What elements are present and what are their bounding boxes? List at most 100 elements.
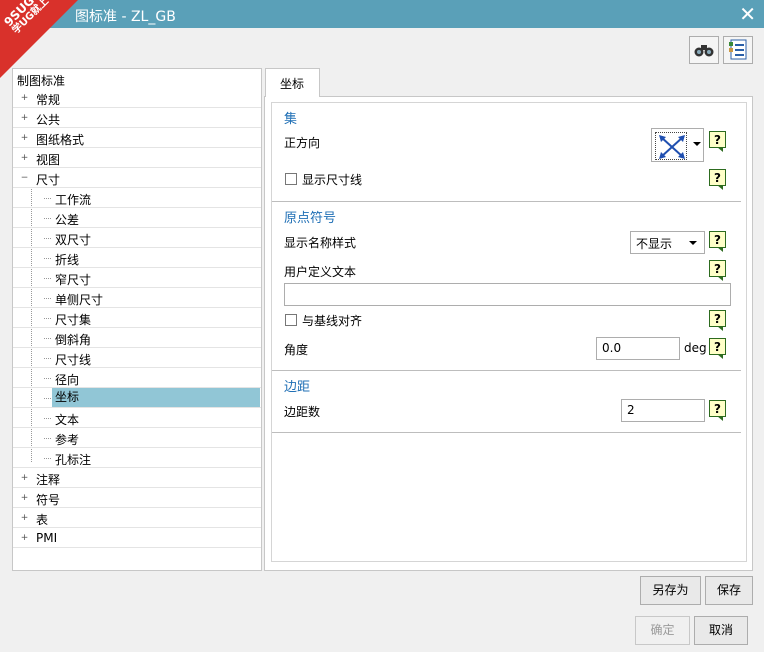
tree-item[interactable]: 文本 <box>13 408 261 428</box>
tree-connector <box>44 198 51 199</box>
tree-connector <box>44 338 51 339</box>
tree-item[interactable]: 工作流 <box>13 188 261 208</box>
display-name-style-value: 不显示 <box>636 237 673 251</box>
tree-item-label: 倒斜角 <box>55 333 92 347</box>
tab-coordinate[interactable]: 坐标 <box>265 68 320 97</box>
tree-item-label: 表 <box>36 513 49 527</box>
margin-count-label: 边距数 <box>284 405 321 419</box>
tree-item[interactable]: 双尺寸 <box>13 228 261 248</box>
save-as-button[interactable]: 另存为 <box>640 576 701 605</box>
tree-item-label: 常规 <box>36 93 61 107</box>
help-positive-direction[interactable]: ? <box>709 131 728 153</box>
tree-item-label: 注释 <box>36 473 61 487</box>
tree-connector <box>44 218 51 219</box>
margin-count-input[interactable]: 2 <box>621 399 705 422</box>
tree-connector <box>44 378 51 379</box>
tree-item[interactable]: 孔标注 <box>13 448 261 468</box>
tree-item[interactable]: 公差 <box>13 208 261 228</box>
tree-item[interactable]: 单侧尺寸 <box>13 288 261 308</box>
section-divider <box>272 201 741 202</box>
ok-button[interactable]: 确定 <box>635 616 690 645</box>
tree-item-label: 图纸格式 <box>36 133 85 147</box>
tree-item[interactable]: + 视图 <box>13 148 261 168</box>
tree-connector <box>44 298 51 299</box>
collapse-icon[interactable]: − <box>20 174 29 183</box>
close-icon[interactable]: ✕ <box>739 2 756 26</box>
expand-icon[interactable]: + <box>20 134 29 143</box>
tree-item-label: 折线 <box>55 253 80 267</box>
tree-connector <box>44 238 51 239</box>
tree-item[interactable]: 尺寸集 <box>13 308 261 328</box>
tree-root[interactable]: 制图标准 <box>17 72 65 89</box>
tree-item[interactable]: + 常规 <box>13 88 261 108</box>
show-dim-line-checkbox[interactable] <box>285 173 297 185</box>
tree-item-label: 符号 <box>36 493 61 507</box>
tree-connector <box>44 318 51 319</box>
angle-unit: deg <box>684 341 707 355</box>
title-bar: 图标准 - ZL_GB ✕ <box>0 0 764 28</box>
tree-item[interactable]: + 图纸格式 <box>13 128 261 148</box>
find-button[interactable] <box>689 36 719 64</box>
tree-item[interactable]: 径向 <box>13 368 261 388</box>
chevron-down-icon <box>689 241 697 245</box>
help-display-name-style[interactable]: ? <box>709 231 728 253</box>
tree-item[interactable]: + 表 <box>13 508 261 528</box>
section-title-origin: 原点符号 <box>284 211 337 226</box>
help-align-baseline[interactable]: ? <box>709 310 728 332</box>
expand-icon[interactable]: + <box>20 514 29 523</box>
align-baseline-label: 与基线对齐 <box>302 314 363 328</box>
direction-arrows-icon <box>655 132 687 160</box>
settings-list-button[interactable] <box>723 36 753 64</box>
tree-item[interactable]: 折线 <box>13 248 261 268</box>
tree-item-label: 双尺寸 <box>55 233 92 247</box>
tree-item[interactable]: − 尺寸 <box>13 168 261 188</box>
tree-item-label: 坐标 <box>52 388 260 407</box>
tree-item-label: 尺寸集 <box>55 313 92 327</box>
expand-icon[interactable]: + <box>20 154 29 163</box>
tree-item[interactable]: + PMI <box>13 528 261 548</box>
angle-input[interactable]: 0.0 <box>596 337 680 360</box>
tree-connector <box>44 418 51 419</box>
angle-label: 角度 <box>284 343 309 357</box>
tree-connector <box>44 258 51 259</box>
tree-connector <box>44 438 51 439</box>
section-title-margin: 边距 <box>284 380 311 395</box>
expand-icon[interactable]: + <box>20 494 29 503</box>
expand-icon[interactable]: + <box>20 94 29 103</box>
tree-item[interactable]: + 注释 <box>13 468 261 488</box>
help-user-text[interactable]: ? <box>709 260 728 282</box>
tree-item-label: 公差 <box>55 213 80 227</box>
section-divider <box>272 432 741 433</box>
user-text-input[interactable] <box>284 283 731 306</box>
tree-item[interactable]: 参考 <box>13 428 261 448</box>
help-margin-count[interactable]: ? <box>709 400 728 422</box>
tree-item-label: 公共 <box>36 113 61 127</box>
align-baseline-checkbox[interactable] <box>285 314 297 326</box>
tree-item[interactable]: 尺寸线 <box>13 348 261 368</box>
tree-item-label: 窄尺寸 <box>55 273 92 287</box>
tree-item[interactable]: 窄尺寸 <box>13 268 261 288</box>
cancel-button[interactable]: 取消 <box>694 616 748 645</box>
tree-item[interactable]: + 符号 <box>13 488 261 508</box>
tree-item-label: 尺寸 <box>36 173 61 187</box>
help-show-dim-line[interactable]: ? <box>709 169 728 191</box>
expand-icon[interactable]: + <box>20 534 29 543</box>
tree-item[interactable]: 坐标 <box>13 388 261 408</box>
tree-item-label: 文本 <box>55 413 80 427</box>
positive-direction-select[interactable] <box>651 128 704 162</box>
binoculars-icon <box>694 45 714 57</box>
expand-icon[interactable]: + <box>20 474 29 483</box>
positive-direction-label: 正方向 <box>284 136 321 150</box>
chevron-down-icon <box>693 142 701 146</box>
tree-item-label: 尺寸线 <box>55 353 92 367</box>
help-angle[interactable]: ? <box>709 338 728 360</box>
tree-item[interactable]: 倒斜角 <box>13 328 261 348</box>
save-button[interactable]: 保存 <box>705 576 753 605</box>
section-title-set: 集 <box>284 112 298 127</box>
expand-icon[interactable]: + <box>20 114 29 123</box>
tree-connector <box>44 358 51 359</box>
display-name-style-select[interactable]: 不显示 <box>630 231 705 254</box>
section-divider <box>272 370 741 371</box>
tree-item-label: 径向 <box>55 373 80 387</box>
tree-item[interactable]: + 公共 <box>13 108 261 128</box>
